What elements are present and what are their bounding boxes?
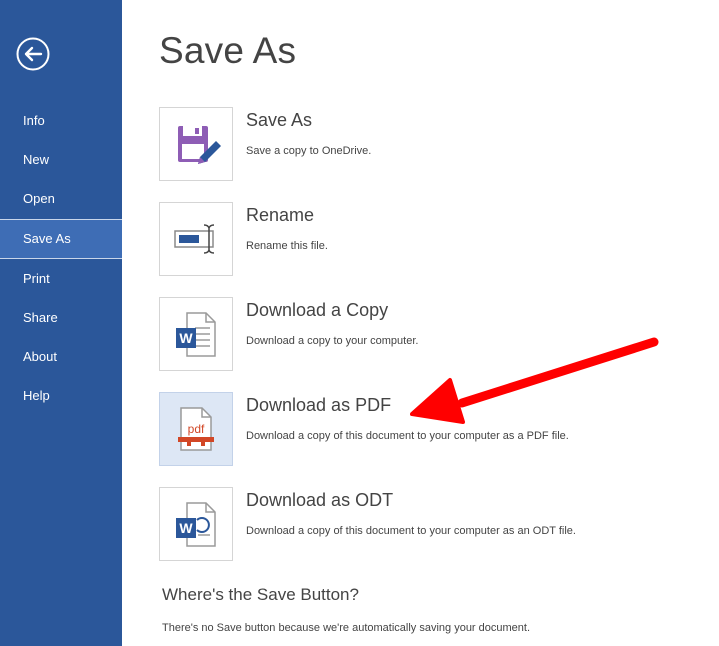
save-as-tile[interactable] — [159, 107, 233, 181]
nav-item-info[interactable]: Info — [0, 101, 122, 141]
floppy-disk-pencil-icon — [178, 126, 221, 164]
nav-item-print[interactable]: Print — [0, 259, 122, 299]
option-description: Save a copy to OneDrive. — [246, 145, 372, 157]
backstage-sidebar: Info New Open Save As Print Share About … — [0, 0, 122, 646]
back-arrow-icon — [16, 37, 50, 71]
word-document-icon: W — [176, 312, 216, 357]
nav-item-help[interactable]: Help — [0, 376, 122, 416]
nav-item-save-as[interactable]: Save As — [0, 219, 122, 259]
nav-item-new[interactable]: New — [0, 140, 122, 180]
nav-item-open[interactable]: Open — [0, 179, 122, 219]
svg-text:W: W — [179, 330, 193, 346]
svg-text:W: W — [179, 520, 193, 536]
option-description: Download a copy of this document to your… — [246, 525, 576, 537]
nav-item-about[interactable]: About — [0, 337, 122, 377]
rename-textbox-icon — [174, 224, 215, 254]
download-pdf-tile[interactable]: pdf — [159, 392, 233, 466]
save-button-info-text: There's no Save button because we're aut… — [162, 622, 531, 634]
pdf-document-icon: pdf — [178, 407, 214, 451]
download-copy-tile[interactable]: W — [159, 297, 233, 371]
option-title: Download as PDF — [246, 395, 392, 415]
pdf-label: pdf — [188, 422, 205, 436]
option-description: Rename this file. — [246, 240, 328, 252]
option-description: Download a copy to your computer. — [246, 335, 419, 347]
option-title: Download a Copy — [246, 300, 389, 320]
option-title: Save As — [246, 110, 313, 130]
option-description: Download a copy of this document to your… — [246, 430, 569, 442]
download-odt-option[interactable]: W Download as ODT Download a copy of thi… — [159, 487, 699, 561]
download-pdf-option[interactable]: pdf Download as PDF Download a copy of t… — [159, 392, 699, 466]
rename-option[interactable]: Rename Rename this file. — [159, 202, 699, 276]
download-copy-option[interactable]: W Download a Copy Download a copy to you… — [159, 297, 699, 371]
save-button-info-heading: Where's the Save Button? — [162, 585, 359, 604]
back-button[interactable] — [16, 37, 50, 71]
download-odt-tile[interactable]: W — [159, 487, 233, 561]
option-title: Download as ODT — [246, 490, 394, 510]
odt-document-icon: W — [176, 502, 216, 547]
option-title: Rename — [246, 205, 315, 225]
page-title: Save As — [159, 30, 297, 71]
save-as-option[interactable]: Save As Save a copy to OneDrive. — [159, 107, 699, 181]
nav-item-share[interactable]: Share — [0, 298, 122, 338]
rename-tile[interactable] — [159, 202, 233, 276]
